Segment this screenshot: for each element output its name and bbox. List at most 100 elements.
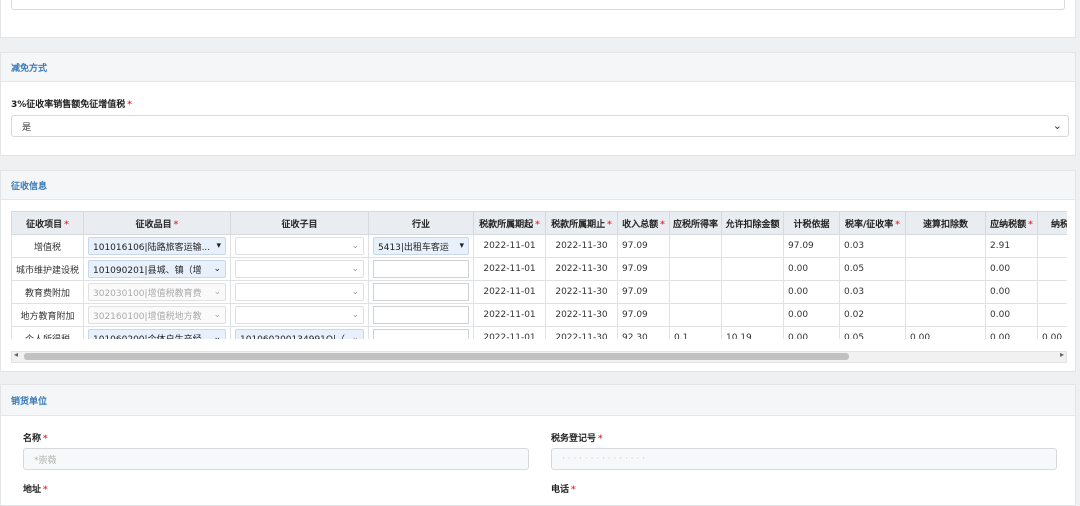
- rate-cell: 0.03: [839, 234, 906, 258]
- taxid-label: 税务登记号 *: [551, 434, 603, 444]
- basis-cell: 0.00: [783, 326, 840, 339]
- required-mark: *: [895, 219, 900, 230]
- seller-name-label: 名称 *: [23, 434, 48, 444]
- top-input[interactable]: [11, 0, 1065, 10]
- basis-cell: 0.00: [783, 280, 840, 304]
- industry-input[interactable]: [373, 260, 469, 278]
- column-header: 允许扣除金额: [721, 211, 784, 235]
- industry-value: 5413|出租车客运: [378, 242, 449, 253]
- taxid-input[interactable]: · · · · · · · · · · · · · · ·: [551, 448, 1057, 470]
- scroll-left-icon[interactable]: ◂: [14, 350, 18, 359]
- exemption-value: 是: [22, 122, 32, 133]
- period-cell: 0.00: [1037, 326, 1067, 339]
- tax-cell: 2.91: [985, 234, 1038, 258]
- column-header: 应纳税额 *: [985, 211, 1038, 235]
- industry-cell: [368, 303, 474, 327]
- chevron-down-icon: ⌄: [213, 333, 221, 339]
- chevron-down-icon: ⌄: [351, 287, 359, 297]
- sub-category-select[interactable]: ⌄: [235, 283, 364, 301]
- seller-name-placeholder: *崇薇: [34, 455, 57, 466]
- category-select[interactable]: 302030100|增值税教育费 ⌄: [88, 283, 226, 301]
- category-select[interactable]: 101060200|个体户生产经 ⌄: [88, 329, 226, 339]
- end-cell: 2022-11-30: [545, 234, 618, 258]
- category-value: 101016106|陆路旅客运输...: [93, 242, 211, 253]
- deduct-cell: [721, 303, 784, 327]
- deduct-cell: 10.19: [721, 326, 784, 339]
- category-value: 101060200|个体户生产经: [93, 332, 202, 340]
- collection-item-cell: 增值税: [11, 234, 84, 258]
- period-cell: [1037, 234, 1067, 258]
- horizontal-scrollbar[interactable]: ◂ ▸: [11, 350, 1067, 363]
- category-value: 302160100|增值税地方教: [93, 311, 202, 322]
- seller-header: 销货单位: [1, 385, 1075, 416]
- exemption-select[interactable]: 是 ⌄: [11, 115, 1069, 137]
- required-mark: *: [535, 219, 540, 230]
- phone-label: 电话 *: [551, 485, 576, 495]
- period-cell: [1037, 280, 1067, 304]
- basis-cell: 0.00: [783, 303, 840, 327]
- collection-table: 征收项目 * 征收品目 * 征收子目 行业 税款所属期起 * 税款所属期止 * 收入总额 * 应税所得率…: [11, 211, 1067, 339]
- category-cell: 101016106|陆路旅客运输... ▾: [83, 234, 231, 258]
- taxid-value: · · · · · · · · · · · · · · ·: [562, 454, 645, 464]
- chevron-down-icon: ⌄: [1052, 119, 1062, 132]
- end-cell: 2022-11-30: [545, 280, 618, 304]
- period-cell: [1037, 303, 1067, 327]
- required-mark: *: [607, 219, 612, 230]
- collection-item-cell: 地方教育附加: [11, 303, 84, 327]
- table-header-row: 征收项目 * 征收品目 * 征收子目 行业 税款所属期起 * 税款所属期止 * 收入总额 * 应税所得率…: [11, 211, 1067, 235]
- top-panel: [0, 0, 1076, 38]
- address-label: 地址 *: [23, 485, 48, 495]
- category-cell: 302160100|增值税地方教 ⌄: [83, 303, 231, 327]
- scroll-right-icon[interactable]: ▸: [1060, 350, 1064, 359]
- industry-input[interactable]: [373, 283, 469, 301]
- rate-cell: 0.03: [839, 280, 906, 304]
- sub-category-select[interactable]: 101060200134991O|（ ⌄: [235, 329, 364, 339]
- sub-category-cell: 101060200134991O|（ ⌄: [230, 326, 369, 339]
- column-header: 速算扣除数: [905, 211, 986, 235]
- tax-cell: 0.00: [985, 280, 1038, 304]
- collection-item-cell: 个人所得税: [11, 326, 84, 339]
- income-cell: 97.09: [617, 234, 670, 258]
- table-wrapper: 征收项目 * 征收品目 * 征收子目 行业 税款所属期起 * 税款所属期止 * 收入总额 * 应税所得率…: [11, 211, 1067, 339]
- sub-category-select[interactable]: ⌄: [235, 260, 364, 278]
- industry-input[interactable]: [373, 329, 469, 339]
- scrollbar-thumb[interactable]: [24, 353, 849, 360]
- column-header: 税率/征收率 *: [839, 211, 906, 235]
- column-header: 行业: [368, 211, 474, 235]
- start-cell: 2022-11-01: [473, 234, 546, 258]
- quick-cell: 0.00: [905, 326, 986, 339]
- start-cell: 2022-11-01: [473, 280, 546, 304]
- chevron-down-icon: ▾: [459, 241, 464, 251]
- end-cell: 2022-11-30: [545, 326, 618, 339]
- rate-taxable-cell: [669, 257, 722, 281]
- industry-cell: [368, 257, 474, 281]
- chevron-down-icon: ⌄: [213, 310, 221, 320]
- industry-input[interactable]: [373, 306, 469, 324]
- table-row: 地方教育附加 302160100|增值税地方教 ⌄ ⌄ 2022-11-01 2022-1…: [11, 303, 1067, 327]
- sub-category-select[interactable]: ⌄: [235, 237, 364, 255]
- column-header: 税款所属期止 *: [545, 211, 618, 235]
- seller-name-input[interactable]: *崇薇: [23, 448, 529, 470]
- sub-category-cell: ⌄: [230, 257, 369, 281]
- rate-taxable-cell: [669, 234, 722, 258]
- required-mark: *: [1028, 219, 1033, 230]
- sub-category-select[interactable]: ⌄: [235, 306, 364, 324]
- industry-cell: [368, 280, 474, 304]
- table-row: 城市维护建设税 101090201|县城、镇（增 ⌄ ⌄ 2022-11-01 2022-…: [11, 257, 1067, 281]
- column-header: 征收子目: [230, 211, 369, 235]
- chevron-down-icon: ⌄: [351, 310, 359, 320]
- table-row: 个人所得税 101060200|个体户生产经 ⌄ 101060200134991O|（…: [11, 326, 1067, 339]
- category-cell: 101060200|个体户生产经 ⌄: [83, 326, 231, 339]
- category-select[interactable]: 101016106|陆路旅客运输... ▾: [88, 237, 226, 255]
- column-header: 计税依据: [783, 211, 840, 235]
- deduct-cell: [721, 280, 784, 304]
- category-select[interactable]: 101090201|县城、镇（增 ⌄: [88, 260, 226, 278]
- industry-select[interactable]: 5413|出租车客运 ▾: [373, 237, 469, 255]
- income-cell: 97.09: [617, 280, 670, 304]
- collection-item-cell: 城市维护建设税: [11, 257, 84, 281]
- quick-cell: [905, 257, 986, 281]
- income-cell: 97.09: [617, 303, 670, 327]
- category-select[interactable]: 302160100|增值税地方教 ⌄: [88, 306, 226, 324]
- tax-cell: 0.00: [985, 326, 1038, 339]
- column-header: 税款所属期起 *: [473, 211, 546, 235]
